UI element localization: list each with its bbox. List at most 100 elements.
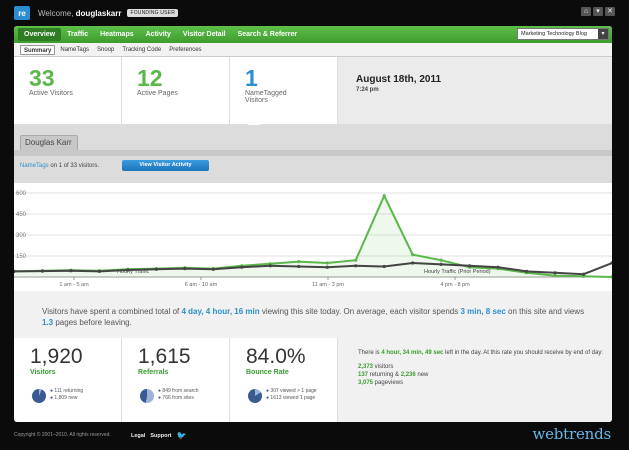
site-selector[interactable]: Marketing Technology Blog ▾ [517,28,609,40]
prior-traffic-point [439,262,443,266]
prior-traffic-point [97,269,102,273]
close-icon[interactable]: ✕ [605,7,615,16]
hourly-traffic-chart: 600 450 300 150 1 am - 5 am 6 am - 10 am 11 am… [14,183,612,291]
nametagged-stat[interactable]: 1 NameTagged Visitors [230,57,338,130]
nav-visitor-detail[interactable]: Visitor Detail [177,28,232,41]
referrals-label: Referrals [138,369,169,376]
visitor-tab[interactable]: Douglas Karr [20,135,78,150]
prior-traffic-point [382,264,386,269]
bounce-legend: ● 307 viewed > 1 page ● 1613 viewed 1 pa… [266,388,317,401]
twitter-icon[interactable]: 🐦 [176,431,186,440]
nametagged-count: 1 [245,65,258,91]
referrals-stat[interactable]: 1,615 Referrals ● 849 from search ● 766 … [122,338,230,422]
app-logo[interactable]: re [14,6,30,20]
copyright: Copyright © 2001–2010. All rights reserv… [14,432,111,438]
prior-traffic-point [524,269,529,273]
prior-traffic-point [411,261,415,265]
x-tick-label: 1 am - 5 am [59,282,89,288]
prior-traffic-point [553,271,557,275]
nametagged-label-2: Visitors [245,97,268,104]
legal-link[interactable]: Legal [131,433,145,439]
prior-traffic-point [268,264,272,268]
y-tick-label: 300 [16,233,27,239]
top-icons: ⌂ ▾ ✕ [581,7,615,16]
y-tick-label: 150 [16,254,27,260]
nav-activity[interactable]: Activity [140,28,177,41]
visitors-pie [32,389,46,403]
traffic-point [382,194,386,198]
traffic-point [411,253,415,257]
active-pages-stat[interactable]: 12 Active Pages [122,57,230,124]
prior-traffic-point [240,265,244,269]
nametags-summary: NameTags on 1 of 33 visitors. [20,163,100,169]
bounce-rate-label: Bounce Rate [246,369,289,376]
visitors-stat[interactable]: 1,920 Visitors ● 111 returning ● 1,809 n… [14,338,122,422]
nav-heatmaps[interactable]: Heatmaps [94,28,139,41]
annotation-prior-period: Hourly Traffic (Prior Period) [424,269,491,275]
x-tick-label: 6 am - 10 am [185,282,218,288]
stats-row: 33 Active Visitors 12 Active Pages 1 Nam… [14,57,612,130]
subnav-nametags[interactable]: NameTags [57,45,92,55]
nav-traffic[interactable]: Traffic [61,28,94,41]
chevron-down-icon: ▾ [598,29,608,39]
nametagged-label: NameTagged [245,90,287,97]
annotation-hourly-traffic: Hourly Traffic [117,269,150,275]
traffic-point [354,258,358,262]
prior-traffic-point [468,264,472,268]
nametags-link[interactable]: NameTags [20,163,49,169]
traffic-point [325,261,329,265]
subnav-summary[interactable]: Summary [20,44,56,55]
y-tick-label: 450 [16,212,27,218]
main-panel: Overview Traffic Heatmaps Activity Visit… [14,26,612,422]
current-date: August 18th, 2011 [356,74,442,85]
traffic-point [553,274,557,278]
visitors-label: Visitors [30,369,56,376]
subnav-preferences[interactable]: Preferences [166,45,204,55]
prior-traffic-point [183,267,187,271]
support-link[interactable]: Support [150,433,171,439]
bottom-stats: 1,920 Visitors ● 111 returning ● 1,809 n… [14,338,612,422]
referrals-pie [140,389,154,403]
nav-search-referrer[interactable]: Search & Referrer [232,28,304,41]
welcome-text: Welcome, douglaskarr [38,8,122,18]
y-tick-label: 600 [16,191,27,197]
time-left: 4 hour, 34 min, 49 sec [381,350,444,356]
main-nav: Overview Traffic Heatmaps Activity Visit… [14,26,612,43]
visitors-count: 1,920 [30,345,83,368]
bounce-pie [248,389,262,403]
active-visitors-stat[interactable]: 33 Active Visitors [14,57,122,124]
home-icon[interactable]: ⌂ [581,7,591,16]
total-time: 4 day, 4 hour, 16 min [181,307,260,316]
webtrends-logo: webtrends [532,425,611,443]
visitor-strip [14,150,612,156]
traffic-point [439,258,443,262]
avg-time: 3 min, 8 sec [460,307,506,316]
active-visitors-count: 33 [29,65,55,91]
footer: Copyright © 2001–2010. All rights reserv… [0,422,629,450]
visitors-legend: ● 111 returning ● 1,809 new [50,388,84,401]
active-pages-label: Active Pages [137,90,178,97]
top-bar: re Welcome, douglaskarr FOUNDING USER ⌂ … [0,0,629,26]
nav-overview[interactable]: Overview [18,28,62,41]
prior-traffic-point [40,269,45,273]
bounce-rate-stat[interactable]: 84.0% Bounce Rate ● 307 viewed > 1 page … [230,338,338,422]
traffic-point [297,260,301,264]
founding-user-badge: FOUNDING USER [127,9,178,17]
subnav-tracking-code[interactable]: Tracking Code [119,45,164,55]
subnav-snoop[interactable]: Snoop [94,45,117,55]
prior-traffic-point [154,267,158,271]
prior-traffic-point [581,272,586,276]
prior-traffic-point [297,264,301,269]
dropdown-icon[interactable]: ▾ [593,7,603,16]
x-tick-label: 11 am - 3 pm [312,282,344,288]
prior-traffic-point [325,265,329,269]
prior-traffic-point [354,264,358,268]
username: douglaskarr [75,8,122,18]
summary-text: Visitors have spent a combined total of … [14,291,612,338]
footer-links: Legal Support 🐦 [131,431,186,440]
date-box: August 18th, 2011 7:24 pm [338,57,612,124]
referrals-count: 1,615 [138,345,191,368]
active-pages-count: 12 [137,65,163,91]
prior-traffic-point [496,265,500,269]
view-visitor-activity-button[interactable]: View Visitor Activity [122,160,209,171]
